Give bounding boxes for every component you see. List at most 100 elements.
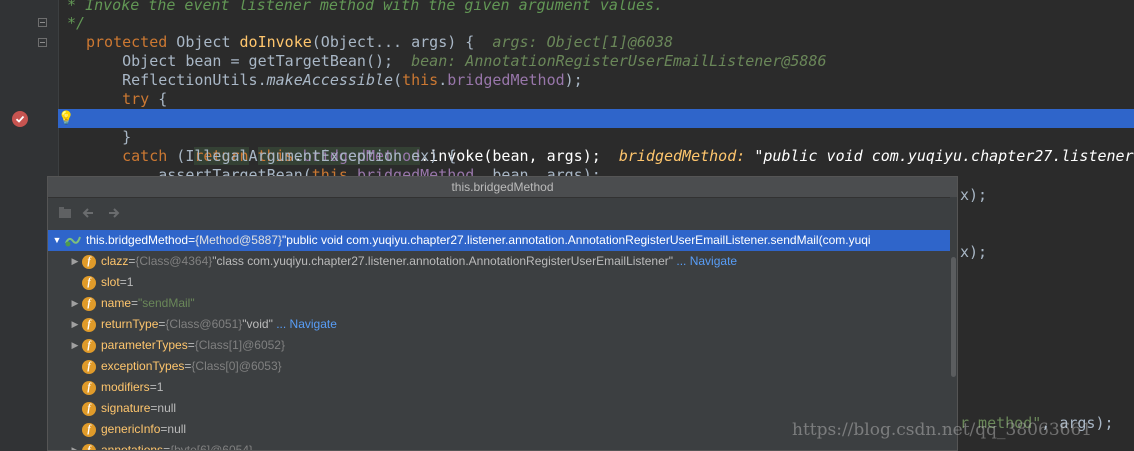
code-fragment: x); [960,186,988,204]
tree-row[interactable]: f modifiers = 1 [48,377,957,398]
field-icon: f [82,443,96,450]
field-name: signature [101,401,151,415]
code-text: (Object... args) { [311,33,475,51]
code-line: try { [86,90,1134,109]
watermark: https://blog.csdn.net/qq_38063661 [792,420,1093,440]
comment-text: */ [58,14,86,32]
keyword: catch [86,147,168,165]
code-text: Object [167,33,240,51]
equals-sign: = [160,422,168,436]
pin-icon[interactable] [56,204,74,222]
variables-tree[interactable]: ▼ this.bridgedMethod = {Method@5887} "pu… [48,230,957,451]
code-line: catch (IllegalArgumentException ex) { [86,147,1134,166]
tree-row[interactable]: f signature = null [48,398,957,419]
code-line: Object bean = getTargetBean(); bean: Ann… [86,52,1134,71]
code-text: { [149,90,168,108]
method-name: makeAccessible [266,71,394,89]
field-icon: f [82,422,96,437]
field-icon: f [82,401,96,416]
field-value: "void" [242,317,273,331]
code-text: ( [393,71,403,89]
equals-sign: = [128,254,136,268]
fold-marker-icon[interactable] [38,38,47,47]
popup-title[interactable]: this.bridgedMethod [48,177,957,198]
popup-toolbar [48,198,957,228]
keyword: this [402,71,439,89]
tree-row[interactable]: ▶ f annotations = {byte[6]@6054} [48,440,957,451]
keyword: protected [86,33,168,51]
equals-sign: = [119,275,127,289]
back-arrow-icon[interactable] [80,204,98,222]
field-value: 1 [126,275,134,289]
field-value: 1 [156,380,164,394]
scrollbar-thumb[interactable] [951,257,956,377]
object-ref: {Class@6051} [165,317,243,331]
object-ref: {Class[1]@6052} [194,338,285,352]
code-text: } [86,128,132,146]
field-value: null [167,422,187,436]
tree-row[interactable]: ▶ f returnType = {Class@6051} "void" ...… [48,314,957,335]
field-icon: f [82,254,96,269]
code-line: } [86,128,1134,147]
inline-debug-hint: args: Object[1]@6038 [492,33,674,51]
variable-value: "public void com.yuqiyu.chapter27.listen… [282,233,871,247]
debug-value-popup[interactable]: this.bridgedMethod ▼ this.bridgedMethod … [47,176,958,451]
equals-sign: = [188,233,196,247]
popup-scrollbar[interactable] [950,197,957,450]
tree-root-row[interactable]: ▼ this.bridgedMethod = {Method@5887} "pu… [48,230,957,251]
code-text: ReflectionUtils. [86,71,267,89]
equals-sign: = [163,443,171,451]
code-text: . [438,71,448,89]
method-name: doInvoke [239,33,312,51]
expand-arrow-icon[interactable]: ▶ [68,335,82,356]
object-ref: {byte[6]@6054} [170,443,253,451]
navigate-link[interactable]: ... Navigate [276,314,337,335]
code-line: protected Object doInvoke(Object... args… [86,33,1134,52]
equals-sign: = [131,296,139,310]
tree-row[interactable]: f slot = 1 [48,272,957,293]
code-line: * Invoke the event listener method with … [58,0,1134,15]
intention-bulb-icon[interactable]: 💡 [58,109,74,128]
equals-sign: = [149,380,157,394]
field-name: slot [101,275,120,289]
field-icon: f [82,317,96,332]
expand-arrow-icon[interactable]: ▶ [68,314,82,335]
field-name: exceptionTypes [101,359,185,373]
breakpoint-icon[interactable] [12,111,28,127]
fold-marker-icon[interactable] [38,18,47,27]
object-ref: {Class[0]@6053} [191,359,282,373]
collapse-arrow-icon[interactable]: ▼ [50,230,64,251]
keyword: try [86,90,150,108]
tree-row[interactable]: ▶ f parameterTypes = {Class[1]@6052} [48,335,957,356]
expand-arrow-icon[interactable]: ▶ [68,251,82,272]
field-icon: f [82,380,96,395]
code-text: Object bean = getTargetBean(); [86,52,394,70]
equals-sign: = [184,359,192,373]
forward-arrow-icon[interactable] [104,204,122,222]
code-text: (IllegalArgumentException ex) { [167,147,457,165]
field-ref: bridgedMethod [447,71,565,89]
tree-row[interactable]: f exceptionTypes = {Class[0]@6053} [48,356,957,377]
tree-row[interactable]: ▶ f clazz = {Class@4364} "class com.yuqi… [48,251,957,272]
field-name: modifiers [101,380,150,394]
field-name: clazz [101,254,129,268]
field-value: null [157,401,177,415]
object-ref: {Class@4364} [135,254,213,268]
execution-point-line[interactable]: 💡 return this.bridgedMethod.invoke(bean,… [58,109,1134,165]
navigate-link[interactable]: ... Navigate [676,251,737,272]
code-line: ReflectionUtils.makeAccessible(this.brid… [86,71,1134,90]
field-name: genericInfo [101,422,161,436]
equals-sign: = [187,338,195,352]
field-icon: f [82,338,96,353]
expand-arrow-icon[interactable]: ▶ [68,440,82,450]
code-line: */ [58,14,1134,33]
field-name: annotations [101,443,164,451]
comment-text: * Invoke the event listener method with … [58,0,664,14]
field-name: parameterTypes [101,338,188,352]
variable-name: this.bridgedMethod [86,233,189,247]
field-value: "class com.yuqiyu.chapter27.listener.ann… [212,254,674,268]
expand-arrow-icon[interactable]: ▶ [68,293,82,314]
tree-row[interactable]: ▶ f name = "sendMail" [48,293,957,314]
field-icon: f [82,296,96,311]
code-text: ); [564,71,583,89]
